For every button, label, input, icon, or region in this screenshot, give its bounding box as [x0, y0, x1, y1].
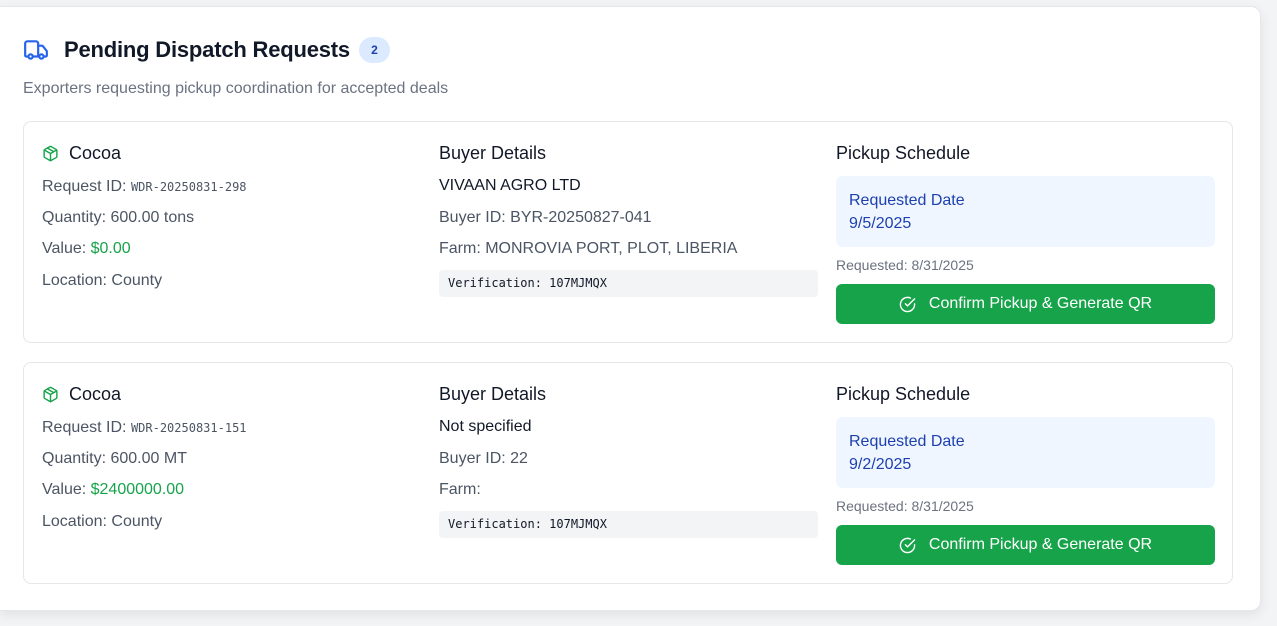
verification-code: Verification: 107MJMQX: [439, 270, 818, 297]
value-label: Value:: [42, 481, 91, 498]
product-heading: Cocoa: [42, 143, 121, 164]
package-icon: [42, 386, 59, 403]
package-icon: [42, 145, 59, 162]
farm-line: Farm: MONROVIA PORT, PLOT, LIBERIA: [439, 240, 737, 258]
confirm-pickup-button[interactable]: Confirm Pickup & Generate QR: [836, 525, 1215, 565]
request-id-value: WDR-20250831-298: [130, 180, 247, 194]
page-subtitle: Exporters requesting pickup coordination…: [23, 80, 449, 97]
product-name: Cocoa: [69, 384, 122, 404]
buyer-details-heading: Buyer Details: [439, 143, 547, 163]
buyer-id-value: 22: [510, 450, 528, 467]
value-label: Value:: [42, 240, 91, 257]
value-line: Value: $0.00: [42, 240, 131, 258]
product-name: Cocoa: [69, 143, 122, 163]
request-id-value: WDR-20250831-151: [130, 421, 247, 435]
buyer-details-heading: Buyer Details: [439, 384, 547, 404]
buyer-id-line: Buyer ID: 22: [439, 450, 528, 468]
buyer-id-value: BYR-20250827-041: [510, 209, 652, 226]
requested-on-label: Requested:: [836, 498, 912, 514]
check-circle-icon: [899, 296, 916, 313]
location-label: Location:: [42, 513, 112, 530]
page-title: Pending Dispatch Requests: [64, 37, 350, 62]
dispatch-request-card: Cocoa Request ID: WDR-20250831-298 Quant…: [23, 121, 1233, 343]
panel-header: Pending Dispatch Requests 2: [23, 37, 390, 63]
requested-date-value: 9/2/2025: [849, 456, 912, 473]
buyer-name: Not specified: [439, 418, 532, 435]
check-circle-icon: [899, 537, 916, 554]
quantity-line: Quantity: 600.00 tons: [42, 209, 194, 227]
requested-date-label: Requested Date: [849, 192, 965, 209]
verification-value: 107MJMQX: [549, 276, 607, 290]
farm-value: MONROVIA PORT, PLOT, LIBERIA: [485, 240, 738, 257]
quantity-value: 600.00 MT: [110, 450, 187, 467]
location-line: Location: County: [42, 513, 162, 531]
request-id-line: Request ID: WDR-20250831-298: [42, 178, 247, 196]
buyer-id-line: Buyer ID: BYR-20250827-041: [439, 209, 652, 227]
pickup-schedule-heading: Pickup Schedule: [836, 384, 971, 404]
location-line: Location: County: [42, 272, 162, 290]
requested-on-value: 8/31/2025: [911, 498, 974, 514]
verification-value: 107MJMQX: [549, 517, 607, 531]
quantity-line: Quantity: 600.00 MT: [42, 450, 187, 468]
value-line: Value: $2400000.00: [42, 481, 184, 499]
confirm-pickup-label: Confirm Pickup & Generate QR: [928, 295, 1153, 312]
product-heading: Cocoa: [42, 384, 121, 405]
requested-date-box: Requested Date 9/2/2025: [836, 417, 1215, 488]
dispatch-request-card: Cocoa Request ID: WDR-20250831-151 Quant…: [23, 362, 1233, 584]
requested-on-line: Requested: 8/31/2025: [836, 257, 974, 273]
requested-date-label: Requested Date: [849, 433, 965, 450]
buyer-id-label: Buyer ID:: [439, 209, 511, 226]
buyer-id-label: Buyer ID:: [439, 450, 511, 467]
confirm-pickup-button[interactable]: Confirm Pickup & Generate QR: [836, 284, 1215, 324]
requested-date-value: 9/5/2025: [849, 215, 912, 232]
truck-icon: [23, 37, 49, 63]
verification-label: Verification:: [448, 276, 550, 290]
requested-on-line: Requested: 8/31/2025: [836, 498, 974, 514]
farm-label: Farm:: [439, 481, 481, 498]
requested-on-label: Requested:: [836, 257, 912, 273]
farm-line: Farm:: [439, 481, 481, 499]
quantity-label: Quantity:: [42, 450, 111, 467]
requested-date-box: Requested Date 9/5/2025: [836, 176, 1215, 247]
location-label: Location:: [42, 272, 112, 289]
request-id-line: Request ID: WDR-20250831-151: [42, 419, 247, 437]
request-id-label: Request ID:: [42, 178, 131, 195]
count-badge: 2: [358, 37, 390, 63]
value-amount: $0.00: [90, 240, 131, 257]
requested-on-value: 8/31/2025: [911, 257, 974, 273]
verification-label: Verification:: [448, 517, 550, 531]
verification-code: Verification: 107MJMQX: [439, 511, 818, 538]
location-value: County: [111, 513, 163, 530]
location-value: County: [111, 272, 163, 289]
farm-label: Farm:: [439, 240, 486, 257]
quantity-label: Quantity:: [42, 209, 111, 226]
quantity-value: 600.00 tons: [110, 209, 195, 226]
request-id-label: Request ID:: [42, 419, 131, 436]
pickup-schedule-heading: Pickup Schedule: [836, 143, 971, 163]
value-amount: $2400000.00: [90, 481, 185, 498]
buyer-name: VIVAAN AGRO LTD: [439, 177, 581, 194]
dispatch-panel: Pending Dispatch Requests 2 Exporters re…: [0, 6, 1261, 611]
confirm-pickup-label: Confirm Pickup & Generate QR: [928, 536, 1153, 553]
